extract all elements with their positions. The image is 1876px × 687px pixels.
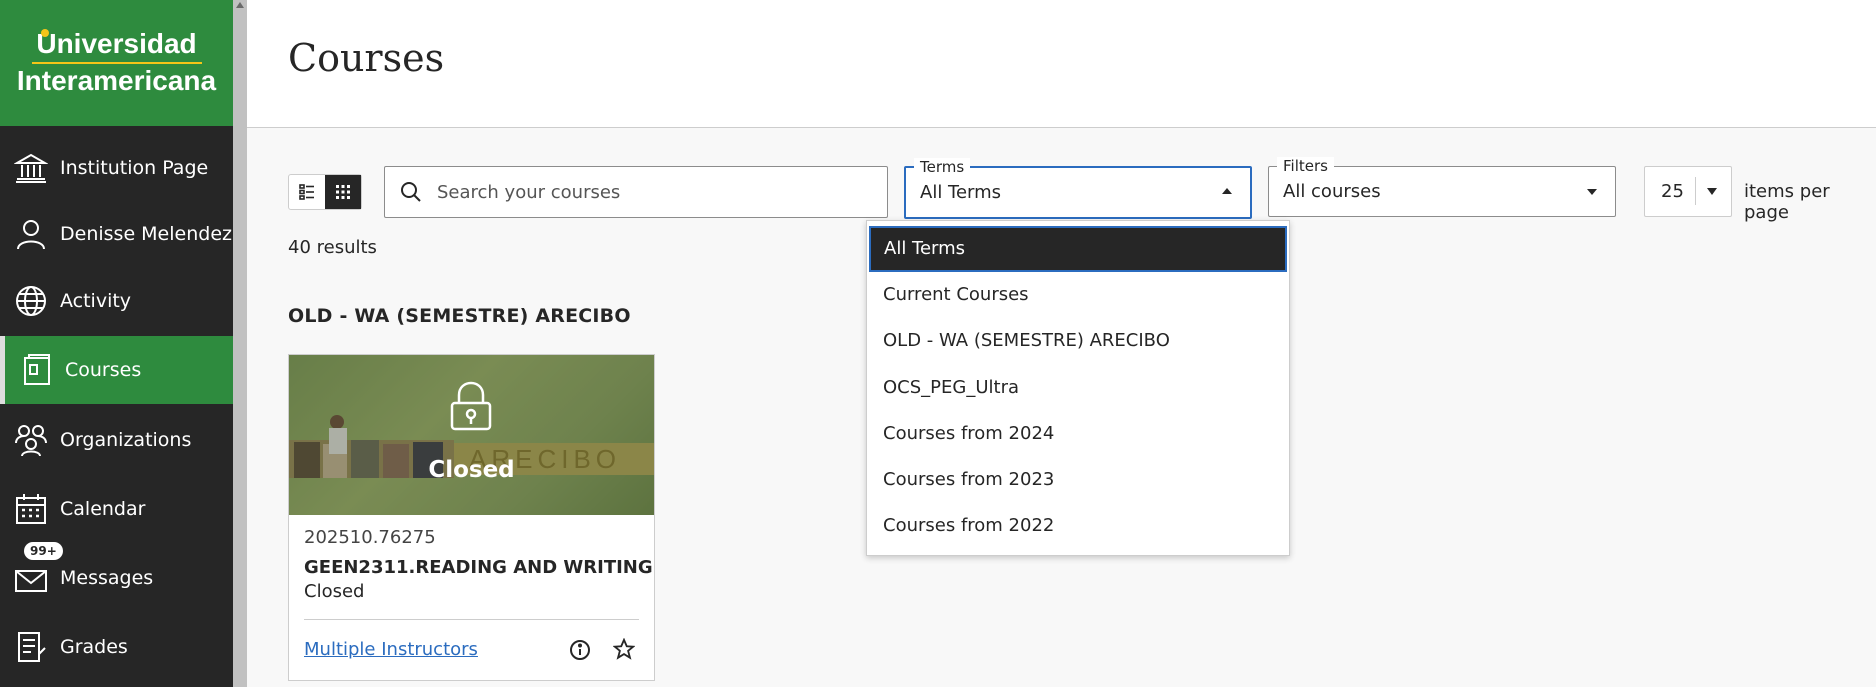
filters-value: All courses (1283, 181, 1381, 202)
sidebar-item-organizations[interactable]: Organizations (0, 406, 233, 474)
sidebar-item-activity[interactable]: Activity (0, 267, 233, 335)
globe-icon (16, 286, 46, 316)
sidebar-item-label: Institution Page (60, 157, 209, 179)
terms-option-old-wa-arecibo[interactable]: OLD - WA (SEMESTRE) ARECIBO (867, 318, 1289, 364)
sidebar-item-grades[interactable]: Grades (0, 613, 233, 681)
logo-line2: Interamericana (16, 65, 217, 96)
course-banner-image[interactable]: ARECIBO Closed (289, 355, 654, 515)
list-view-icon (299, 184, 314, 200)
sidebar-item-messages[interactable]: 99+ Messages (0, 542, 233, 612)
institution-icon (14, 153, 48, 183)
instructors-link[interactable]: Multiple Instructors (304, 639, 478, 660)
search-input[interactable] (435, 179, 879, 205)
items-per-page-select[interactable]: 25 (1644, 166, 1732, 217)
calendar-icon (16, 494, 46, 524)
course-status: Closed (304, 581, 365, 602)
organizations-icon (15, 425, 47, 457)
star-icon[interactable] (613, 638, 635, 660)
results-count: 40 results (288, 237, 377, 258)
caret-down-icon (1587, 189, 1597, 195)
logo-dot (41, 29, 49, 37)
closed-overlay-label: Closed (428, 457, 515, 483)
sidebar-scrollbar[interactable] (233, 0, 247, 687)
messages-badge: 99+ (24, 542, 63, 560)
filters-select[interactable]: Filters All courses (1268, 157, 1616, 217)
user-icon (17, 220, 45, 250)
courses-icon (24, 354, 50, 385)
terms-option-2023[interactable]: Courses from 2023 (867, 457, 1289, 503)
divider (1695, 177, 1696, 205)
sidebar-item-label: Grades (60, 636, 128, 658)
envelope-icon (15, 570, 47, 592)
list-view-button[interactable] (289, 175, 325, 209)
caret-up-icon (1222, 188, 1232, 194)
terms-option-2022[interactable]: Courses from 2022 (867, 503, 1289, 549)
terms-dropdown: All Terms Current Courses OLD - WA (SEME… (866, 220, 1290, 556)
sidebar-item-label: Organizations (60, 429, 192, 451)
terms-value: All Terms (920, 182, 1002, 203)
sidebar-item-institution-page[interactable]: Institution Page (0, 134, 233, 202)
sidebar-item-label: Denisse Melendez (60, 223, 232, 245)
course-search (384, 166, 888, 218)
grid-view-icon (336, 185, 350, 199)
sidebar-item-label: Messages (60, 567, 154, 589)
sidebar-item-label: Calendar (60, 498, 146, 520)
term-heading: OLD - WA (SEMESTRE) ARECIBO (288, 305, 631, 327)
course-name[interactable]: GEEN2311.READING AND WRITING (304, 557, 653, 578)
terms-legend: Terms (914, 158, 971, 176)
university-logo[interactable]: Universidad Interamericana (0, 0, 233, 126)
search-icon (401, 182, 421, 202)
scroll-up-icon[interactable] (236, 2, 244, 8)
page-header (247, 0, 1876, 128)
terms-option-ocs-peg-ultra[interactable]: OCS_PEG_Ultra (867, 365, 1289, 411)
items-per-page-value: 25 (1661, 181, 1684, 202)
banner-overlay (289, 355, 654, 515)
caret-down-icon (1707, 188, 1717, 195)
course-code: 202510.76275 (304, 527, 436, 548)
sidebar: Universidad Interamericana Institution P… (0, 0, 233, 687)
view-toggle (288, 174, 362, 210)
sidebar-item-courses[interactable]: Courses (0, 336, 233, 404)
sidebar-item-profile[interactable]: Denisse Melendez (0, 200, 233, 268)
sidebar-item-label: Activity (60, 290, 132, 312)
grades-icon (18, 632, 46, 662)
sidebar-item-calendar[interactable]: Calendar (0, 475, 233, 543)
filters-legend: Filters (1277, 157, 1334, 175)
terms-option-current-courses[interactable]: Current Courses (867, 272, 1289, 318)
page-title: Courses (288, 36, 445, 80)
grid-view-button[interactable] (325, 175, 361, 209)
lock-icon (450, 381, 492, 431)
items-per-page-label: items per page (1744, 181, 1830, 223)
logo-line1: Universidad (36, 28, 197, 59)
course-card[interactable]: ARECIBO Closed 202510.76275 GEEN2311.REA… (288, 354, 655, 681)
sidebar-item-label: Courses (65, 359, 142, 381)
card-divider (304, 619, 639, 620)
terms-option-2024[interactable]: Courses from 2024 (867, 411, 1289, 457)
terms-option-all-terms[interactable]: All Terms (869, 226, 1287, 272)
info-icon[interactable] (569, 639, 591, 661)
terms-select[interactable]: Terms All Terms (904, 158, 1252, 219)
